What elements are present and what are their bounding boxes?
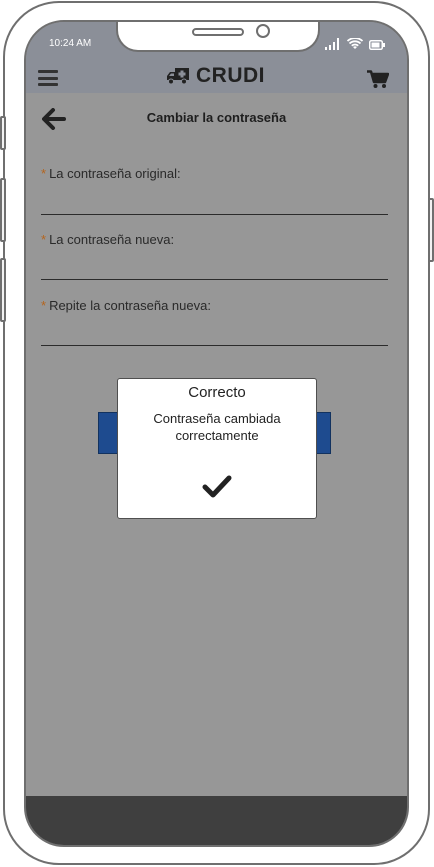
dialog-message: Contraseña cambiada correctamente (153, 411, 281, 443)
speaker (192, 28, 244, 36)
success-dialog: Correcto Contraseña cambiada correctamen… (117, 378, 317, 519)
side-button-mute (0, 116, 6, 150)
battery-icon (369, 40, 385, 50)
repeat-password-label: * Repite la contraseña nueva: (41, 298, 211, 313)
required-mark: * (41, 232, 47, 247)
page-title: Cambiar la contraseña (146, 110, 287, 125)
cart-icon[interactable] (367, 70, 389, 89)
new-password-label: * La contraseña nueva: (41, 232, 175, 247)
new-password-input-line[interactable] (41, 279, 388, 280)
brand-name: CRUDI (196, 64, 265, 87)
front-camera (256, 24, 270, 38)
side-button-power (428, 198, 434, 262)
required-mark: * (41, 298, 47, 313)
dialog-title: Correcto (188, 384, 246, 401)
truck-icon (167, 68, 189, 85)
wifi-icon (347, 38, 363, 49)
repeat-password-input-line[interactable] (41, 345, 388, 346)
brand-logo: CRUDI (166, 64, 265, 88)
status-time: 10:24 AM (49, 38, 92, 49)
status-icons (325, 38, 385, 50)
screen: 10:24 AM CRUDI Cambiar la contraseña * L… (24, 20, 409, 847)
repeat-password-field[interactable]: * Repite la contraseña nueva: (41, 298, 388, 348)
required-mark: * (41, 166, 47, 181)
original-password-input-line[interactable] (41, 214, 388, 215)
side-button-volume-down (0, 258, 6, 322)
check-icon[interactable] (202, 475, 232, 499)
original-password-field[interactable]: * La contraseña original: (41, 166, 388, 216)
new-password-field[interactable]: * La contraseña nueva: (41, 232, 388, 282)
phone-notch (116, 22, 320, 52)
bottom-bar (26, 796, 407, 845)
side-button-volume-up (0, 178, 6, 242)
original-password-label: * La contraseña original: (41, 166, 181, 181)
signal-icon (325, 38, 339, 50)
hamburger-icon[interactable] (38, 70, 58, 86)
